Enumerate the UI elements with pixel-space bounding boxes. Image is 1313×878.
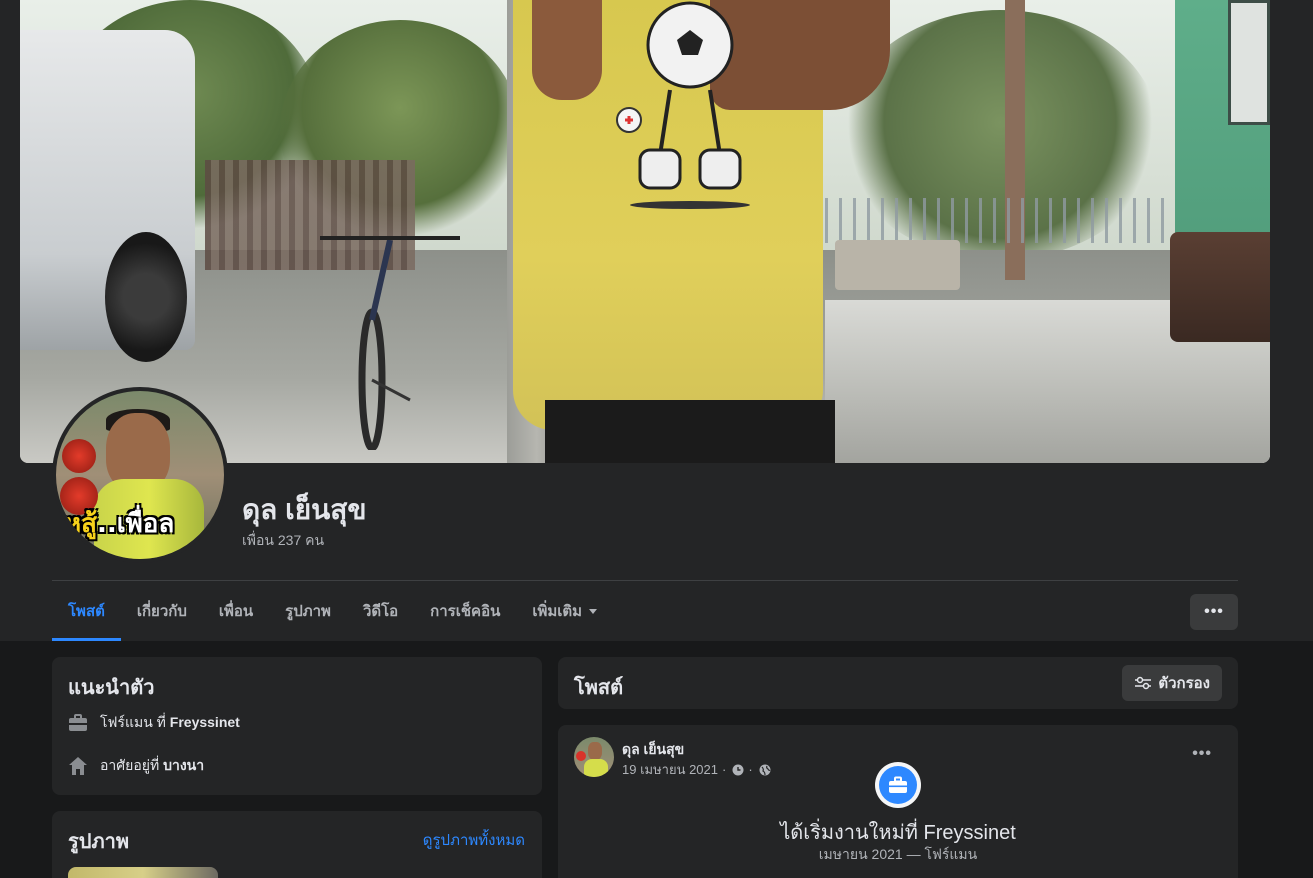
cover-truck-wheel [105, 232, 187, 362]
profile-more-button[interactable]: ••• [1190, 594, 1238, 630]
post-options-button[interactable]: ••• [1192, 745, 1212, 763]
cover-photo[interactable] [20, 0, 1270, 463]
cover-shirt-print [616, 1, 750, 209]
briefcase-icon [68, 713, 88, 733]
see-all-photos-link[interactable]: ดูรูปภาพทั้งหมด [423, 828, 525, 852]
intro-home-prefix: อาศัยอยู่ที่ [100, 757, 164, 773]
profile-name[interactable]: ดุล เย็นสุข [242, 488, 366, 532]
cover-window [1228, 0, 1270, 125]
profile-tabs: โพสต์ เกี่ยวกับ เพื่อน รูปภาพ วิดีโอ การ… [52, 581, 613, 641]
meta-separator: · [748, 762, 753, 777]
friend-count[interactable]: เพื่อน 237 คน [242, 530, 324, 552]
post-meta: 19 เมษายน 2021 · · [622, 759, 771, 780]
post-author-avatar[interactable] [574, 737, 614, 777]
tab-about[interactable]: เกี่ยวกับ [121, 581, 203, 641]
avatar-sticker-yellow: หสู้ [64, 509, 98, 539]
life-event-post: ดุล เย็นสุข 19 เมษายน 2021 · · ••• ได้เร… [558, 725, 1238, 878]
cover-table [835, 240, 960, 290]
photos-card: รูปภาพ ดูรูปภาพทั้งหมด [52, 811, 542, 878]
intro-work-text: โฟร์แมน ที่ Freyssinet [100, 712, 240, 734]
life-event-subtitle: เมษายน 2021 — โฟร์แมน [818, 846, 978, 862]
intro-title: แนะนำตัว [68, 677, 155, 699]
intro-work: โฟร์แมน ที่ Freyssinet [68, 712, 240, 734]
posts-header-card: โพสต์ ตัวกรอง [558, 657, 1238, 709]
cover-child-arm [532, 0, 602, 100]
intro-work-company[interactable]: Freyssinet [170, 714, 240, 730]
life-event-badge [875, 762, 921, 808]
meta-separator: · [722, 762, 727, 777]
post-date[interactable]: 19 เมษายน 2021 [622, 759, 718, 780]
cover-bench [1170, 232, 1270, 342]
avatar-rose [62, 439, 96, 473]
intro-work-prefix: โฟร์แมน ที่ [100, 714, 170, 730]
filter-button[interactable]: ตัวกรอง [1122, 665, 1222, 701]
post-avatar-rose [576, 751, 586, 761]
avatar-sticker: หสู้..เพื่อล [64, 503, 224, 549]
tab-photos[interactable]: รูปภาพ [269, 581, 347, 641]
home-icon [68, 756, 88, 776]
posts-title: โพสต์ [574, 677, 624, 699]
post-avatar-face [588, 742, 602, 760]
tab-videos[interactable]: วิดีโอ [347, 581, 414, 641]
intro-home-text: อาศัยอยู่ที่ บางนา [100, 755, 204, 777]
profile-avatar[interactable]: หสู้..เพื่อล [52, 387, 228, 563]
photos-title: รูปภาพ [68, 831, 130, 853]
intro-home: อาศัยอยู่ที่ บางนา [68, 755, 204, 777]
intro-card: แนะนำตัว โฟร์แมน ที่ Freyssinet อาศัยอยู… [52, 657, 542, 795]
post-avatar-vest [584, 759, 608, 777]
tab-posts[interactable]: โพสต์ [52, 581, 121, 641]
tab-more[interactable]: เพิ่มเติม [516, 581, 613, 641]
cover-bicycle [320, 236, 460, 450]
briefcase-icon [879, 766, 917, 804]
caret-down-icon [589, 608, 598, 614]
clock-icon [732, 764, 744, 775]
avatar-sticker-white: ..เพื่อล [97, 509, 175, 539]
tab-more-label: เพิ่มเติม [532, 603, 583, 620]
globe-icon[interactable] [759, 764, 771, 776]
cover-child-shorts [545, 400, 835, 463]
cover-railing [825, 198, 1175, 243]
intro-home-city[interactable]: บางนา [163, 757, 204, 773]
tab-checkins[interactable]: การเช็คอิน [414, 581, 516, 641]
post-author-name[interactable]: ดุล เย็นสุข [622, 739, 684, 761]
filter-label: ตัวกรอง [1158, 675, 1210, 692]
photo-thumbnail[interactable] [68, 867, 218, 878]
filter-sliders-icon [1134, 676, 1152, 690]
tab-friends[interactable]: เพื่อน [203, 581, 269, 641]
